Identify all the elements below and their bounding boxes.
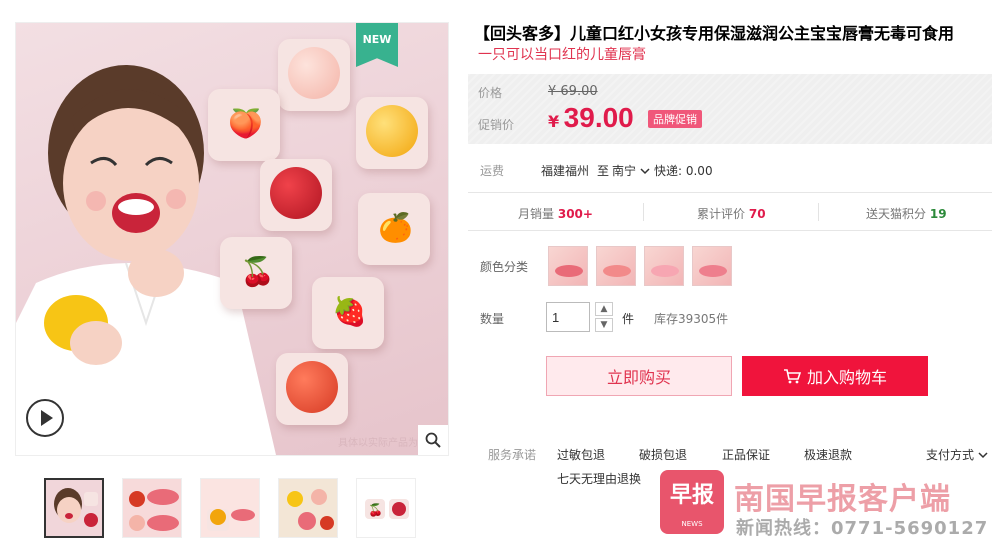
cherry-icon: 🍒	[240, 255, 275, 288]
monthly-sales-label: 月销量	[518, 207, 555, 221]
lip-balm-coral	[276, 353, 348, 425]
shipping-to: 至	[597, 164, 610, 178]
tmall-points-value: 19	[929, 207, 947, 221]
peach-icon: 🍑	[228, 107, 263, 140]
monthly-sales-value: 300+	[557, 207, 593, 221]
quantity-increase-button[interactable]: ▲	[595, 302, 613, 316]
shipping-destination-select[interactable]: 南宁	[612, 162, 650, 179]
payment-methods-label: 支付方式	[926, 448, 975, 462]
shipping-destination: 南宁	[612, 164, 637, 178]
thumbnail-1[interactable]	[44, 478, 104, 538]
lip-balm-strawberry-icon: 🍓	[312, 277, 384, 349]
news-logo: 早报 NEWS	[660, 470, 724, 534]
currency-symbol: ¥	[548, 112, 560, 131]
news-hotline: 新闻热线：0771-5690127	[736, 518, 989, 539]
color-swatch-2[interactable]	[596, 246, 636, 286]
list-price: ¥ 69.00	[548, 84, 598, 99]
play-video-icon[interactable]	[26, 399, 64, 437]
color-swatch-4[interactable]	[692, 246, 732, 286]
color-swatch-1[interactable]	[548, 246, 588, 286]
service-item[interactable]: 极速退款	[804, 446, 852, 463]
shipping-origin: 福建福州	[541, 164, 590, 178]
lip-balm-red	[260, 159, 332, 231]
thumbnail-5[interactable]: 🍒	[356, 478, 416, 538]
divider	[468, 192, 992, 193]
service-item[interactable]: 破损包退	[639, 446, 687, 463]
color-swatch-3[interactable]	[644, 246, 684, 286]
review-count-label: 累计评价	[697, 207, 746, 221]
news-logo-text: 早报	[669, 483, 714, 508]
quantity-input[interactable]	[546, 302, 590, 332]
svg-text:🍒: 🍒	[368, 503, 383, 517]
cart-icon	[783, 369, 801, 384]
quantity-unit: 件	[622, 312, 635, 326]
stock-count: 库存39305件	[654, 312, 729, 326]
strawberry-icon: 🍓	[332, 295, 367, 328]
brand-promo-badge: 品牌促销	[648, 110, 702, 128]
news-watermark-title: 南国早报客户端	[734, 482, 951, 517]
image-watermark: 具体以实际产品为准	[338, 438, 428, 449]
service-label: 服务承诺	[488, 448, 537, 462]
chevron-down-icon	[978, 452, 988, 459]
news-logo-sub: NEWS	[681, 520, 703, 528]
lip-balm-orange-icon: 🍊	[358, 193, 430, 265]
lip-balm-peach-pink	[278, 39, 350, 111]
tmall-points-label: 送天猫积分	[866, 207, 927, 221]
thumbnail-4[interactable]	[278, 478, 338, 538]
monthly-sales: 月销量 300+	[518, 205, 593, 222]
divider	[468, 230, 992, 231]
quantity-label: 数量	[480, 312, 505, 326]
review-count-value: 70	[748, 207, 766, 221]
service-item[interactable]: 七天无理由退换	[557, 470, 641, 487]
product-title: 【回头客多】儿童口红小女孩专用保湿滋润公主宝宝唇膏无毒可食用	[474, 24, 955, 43]
main-product-image[interactable]: NEW 🍑 🍊 🍒 🍓 具体以实际产品为准	[15, 22, 449, 456]
divider	[818, 203, 819, 221]
chevron-down-icon	[640, 168, 650, 175]
promo-price-label: 促销价	[478, 118, 515, 132]
quantity-decrease-button[interactable]: ▼	[595, 318, 613, 332]
promo-price-value: 39.00	[563, 102, 634, 133]
zoom-icon[interactable]	[418, 425, 448, 455]
thumbnail-2[interactable]	[122, 478, 182, 538]
promo-price: ¥ 39.00	[548, 102, 634, 134]
list-price-label: 价格	[478, 86, 503, 100]
service-item[interactable]: 正品保证	[722, 446, 770, 463]
lip-balm-cherry-icon: 🍒	[220, 237, 292, 309]
buy-now-button[interactable]: 立即购买	[546, 356, 732, 396]
buy-now-label: 立即购买	[606, 368, 671, 387]
tmall-points: 送天猫积分 19	[866, 205, 947, 222]
payment-methods-dropdown[interactable]: 支付方式	[926, 446, 988, 463]
divider	[643, 203, 644, 221]
orange-fruit-icon: 🍊	[378, 211, 413, 244]
shipping-label: 运费	[480, 164, 505, 178]
lip-balm-orange	[356, 97, 428, 169]
review-count[interactable]: 累计评价 70	[697, 205, 766, 222]
lip-balm-peach-icon: 🍑	[208, 89, 280, 161]
shipping-fee: 快递: 0.00	[654, 164, 713, 178]
add-to-cart-button[interactable]: 加入购物车	[742, 356, 928, 396]
color-option-label: 颜色分类	[480, 260, 529, 274]
price-panel: 价格 ¥ 69.00 促销价 ¥ 39.00 品牌促销	[468, 74, 992, 144]
product-subtitle: 一只可以当口红的儿童唇膏	[478, 47, 646, 63]
thumbnail-3[interactable]	[200, 478, 260, 538]
service-item[interactable]: 过敏包退	[557, 446, 605, 463]
add-to-cart-label: 加入购物车	[806, 368, 887, 387]
